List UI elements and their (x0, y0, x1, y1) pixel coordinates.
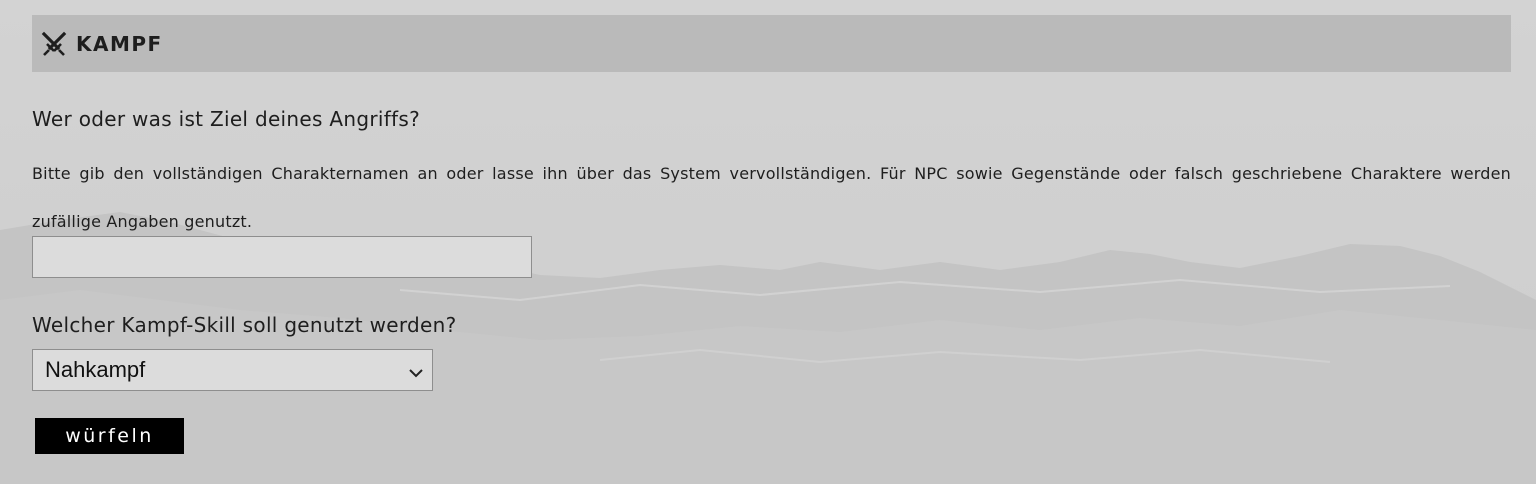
combat-skill-select[interactable]: Nahkampf (32, 349, 433, 391)
target-name-input[interactable] (32, 236, 532, 278)
crossed-swords-icon (41, 31, 67, 57)
roll-dice-button[interactable]: würfeln (35, 418, 184, 454)
section-title: KAMPF (76, 31, 163, 56)
target-question-label: Wer oder was ist Ziel deines Angriffs? (32, 107, 421, 131)
chevron-down-icon (408, 364, 424, 378)
combat-skill-selected-value: Nahkampf (45, 357, 146, 382)
skill-question-label: Welcher Kampf-Skill soll genutzt werden? (32, 313, 457, 337)
target-hint-text: Bitte gib den vollständigen Charakternam… (32, 164, 1511, 231)
section-header: KAMPF (32, 15, 1511, 72)
